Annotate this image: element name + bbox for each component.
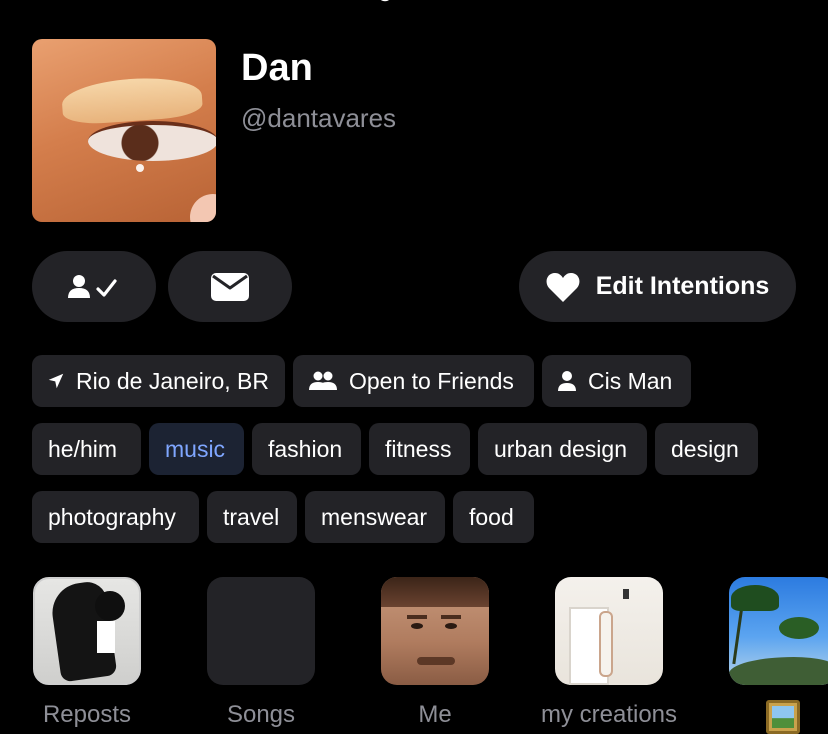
interest-tag-label: menswear (321, 503, 428, 530)
back-chevron-icon[interactable] (34, 0, 50, 6)
header-title-fragment (380, 0, 390, 2)
highlight-label[interactable]: Me (345, 701, 525, 729)
heart-icon (546, 272, 580, 302)
edit-intentions-button[interactable]: Edit Intentions (519, 251, 796, 322)
room-person (599, 611, 613, 677)
face-eye (411, 623, 423, 629)
face-brow (407, 615, 427, 619)
palm-leaves (779, 617, 819, 639)
person-icon (558, 371, 576, 391)
interest-tag-label: design (671, 435, 739, 462)
friends-tag[interactable]: Open to Friends (293, 355, 534, 407)
interest-tag-photography[interactable]: photography (32, 491, 199, 543)
framed-picture-image (772, 706, 794, 728)
interest-tag-label: photography (48, 503, 176, 530)
interest-tag-label: travel (223, 503, 280, 530)
room-lamp (623, 589, 629, 599)
people-icon (309, 371, 337, 390)
face-mustache (417, 657, 455, 665)
figure-head (95, 591, 125, 621)
highlight-songs-thumb[interactable] (207, 577, 315, 685)
highlight-label[interactable]: my creations (519, 701, 699, 729)
interest-tag-label: urban design (494, 435, 627, 462)
interest-tag-label: fitness (385, 435, 452, 462)
highlight-reposts-thumb[interactable] (33, 577, 141, 685)
face-brow (441, 615, 461, 619)
follow-status-button[interactable] (32, 251, 156, 322)
avatar-finger (190, 194, 216, 222)
interest-tag-travel[interactable]: travel (207, 491, 297, 543)
highlight-label[interactable]: Songs (171, 701, 351, 729)
friends-tag-label: Open to Friends (349, 367, 514, 394)
location-tag[interactable]: Rio de Janeiro, BR (32, 355, 285, 407)
interest-tag-label: music (165, 435, 226, 462)
avatar-eye (88, 121, 216, 161)
framed-picture-icon[interactable] (766, 700, 800, 734)
highlight-photo-thumb[interactable] (729, 577, 828, 685)
avatar-eyebrow (60, 74, 204, 126)
interest-tag-label: food (469, 503, 514, 530)
interest-tag-fashion[interactable]: fashion (252, 423, 361, 475)
gender-tag[interactable]: Cis Man (542, 355, 691, 407)
avatar[interactable] (32, 39, 216, 222)
person-check-icon (68, 274, 117, 298)
location-arrow-icon (48, 373, 64, 389)
profile-screen: Dan @dantavares Edit Intentions Rio de J… (0, 0, 828, 734)
highlight-creations-thumb[interactable] (555, 577, 663, 685)
interest-tag-label: fashion (268, 435, 343, 462)
interest-tag-pronouns[interactable]: he/him (32, 423, 141, 475)
interest-tag-music[interactable]: music (149, 423, 244, 475)
highlight-me-thumb[interactable] (381, 577, 489, 685)
gender-tag-label: Cis Man (588, 367, 673, 394)
interest-tag-menswear[interactable]: menswear (305, 491, 445, 543)
face-hair (381, 577, 489, 607)
interest-tag-design[interactable]: design (655, 423, 758, 475)
interest-tag-fitness[interactable]: fitness (369, 423, 470, 475)
envelope-icon (211, 272, 249, 301)
interest-tag-food[interactable]: food (453, 491, 534, 543)
location-tag-label: Rio de Janeiro, BR (75, 367, 269, 394)
avatar-eye-glint (136, 164, 144, 172)
edit-intentions-label: Edit Intentions (595, 272, 770, 300)
profile-name: Dan (241, 47, 313, 89)
interest-tag-urban-design[interactable]: urban design (478, 423, 647, 475)
figure-sign (97, 621, 115, 653)
palm-leaves (731, 585, 779, 611)
face-eye (445, 623, 457, 629)
profile-handle: @dantavares (241, 103, 397, 133)
highlight-label[interactable]: Reposts (0, 701, 177, 729)
interest-tag-label: he/him (48, 435, 118, 462)
message-button[interactable] (168, 251, 292, 322)
